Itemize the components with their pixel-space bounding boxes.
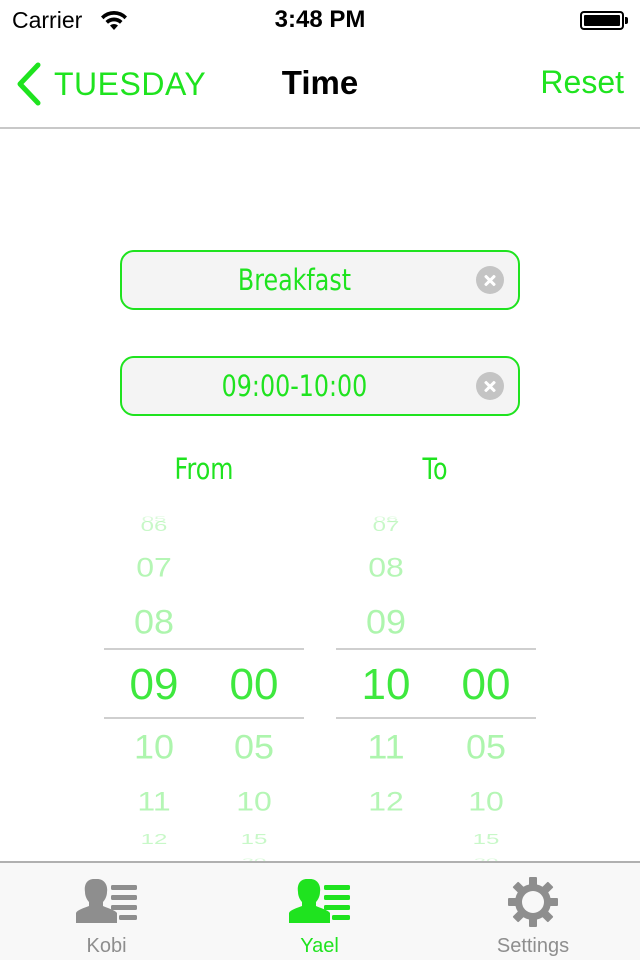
meal-name-value[interactable]: Breakfast <box>153 252 436 308</box>
to-minute-wheel[interactable]: 00 05 10 15 20 <box>436 505 536 862</box>
time-range-field[interactable]: 09:00-10:00 <box>120 356 520 416</box>
picker-option[interactable]: 11 <box>336 729 436 764</box>
to-time-picker[interactable]: 06 07 08 09 10 11 12 00 05 10 15 20 <box>336 505 536 861</box>
picker-option[interactable]: 10 <box>104 729 204 764</box>
picker-option[interactable]: 05 <box>204 729 304 764</box>
picker-option[interactable]: 10 <box>204 787 304 814</box>
reset-button[interactable]: Reset <box>540 64 624 101</box>
navigation-bar: TUESDAY Time Reset <box>0 40 640 129</box>
picker-option[interactable]: 15 <box>204 833 304 847</box>
selected-minute[interactable]: 00 <box>204 663 304 707</box>
picker-option[interactable]: 07 <box>336 519 436 534</box>
from-hour-wheel[interactable]: 05 06 07 08 09 10 11 12 <box>104 505 204 861</box>
meal-name-field[interactable]: Breakfast <box>120 250 520 310</box>
to-label: To <box>422 452 448 486</box>
picker-option[interactable]: 09 <box>336 604 436 639</box>
picker-option[interactable]: 12 <box>104 833 204 847</box>
status-bar: Carrier 3:48 PM <box>0 0 640 40</box>
selected-hour[interactable]: 10 <box>336 663 436 707</box>
selected-minute[interactable]: 00 <box>436 663 536 707</box>
contact-list-icon <box>75 879 137 923</box>
picker-option[interactable]: 05 <box>436 729 536 764</box>
clear-circle-icon[interactable] <box>476 372 504 400</box>
tab-yael[interactable]: Yael <box>213 863 426 960</box>
picker-option[interactable]: 08 <box>104 604 204 639</box>
tab-kobi[interactable]: Kobi <box>0 863 213 960</box>
battery-full-icon <box>580 11 628 30</box>
picker-option[interactable]: 12 <box>336 787 436 814</box>
tab-bar: Kobi Yael Settings <box>0 861 640 960</box>
from-time-picker[interactable]: 05 06 07 08 09 10 11 12 00 05 10 15 20 <box>104 505 304 861</box>
picker-option[interactable]: 15 <box>436 833 536 847</box>
time-range-value[interactable]: 09:00-10:00 <box>153 358 436 414</box>
to-hour-wheel[interactable]: 06 07 08 09 10 11 12 <box>336 505 436 861</box>
picker-option[interactable]: 06 <box>104 519 204 534</box>
picker-option[interactable]: 07 <box>104 553 204 580</box>
contact-list-icon <box>288 879 350 923</box>
from-minute-wheel[interactable]: 00 05 10 15 20 <box>204 505 304 862</box>
picker-option[interactable]: 11 <box>104 787 204 814</box>
back-label: TUESDAY <box>54 65 207 102</box>
chevron-left-icon <box>17 62 41 106</box>
picker-option[interactable]: 10 <box>436 787 536 814</box>
tab-label: Settings <box>496 935 570 957</box>
tab-label: Kobi <box>86 935 127 957</box>
tab-label: Yael <box>300 935 339 957</box>
tab-settings[interactable]: Settings <box>426 863 640 960</box>
picker-option[interactable]: 08 <box>336 553 436 580</box>
selected-hour[interactable]: 09 <box>104 663 204 707</box>
clear-circle-icon[interactable] <box>476 266 504 294</box>
from-label: From <box>174 452 234 486</box>
clock: 3:48 PM <box>274 6 366 33</box>
back-button[interactable]: TUESDAY <box>14 62 206 106</box>
gear-icon <box>508 877 558 927</box>
